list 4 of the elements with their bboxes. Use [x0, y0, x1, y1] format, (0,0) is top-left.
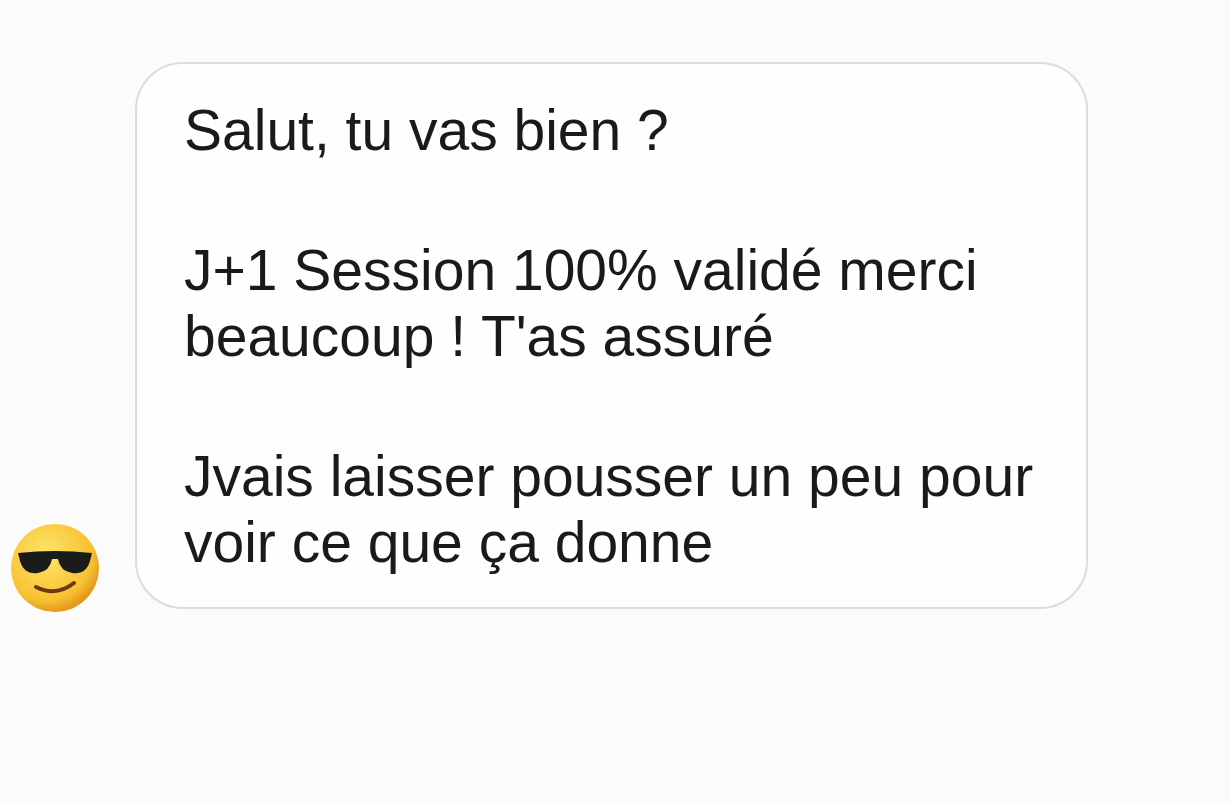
message-text: Jvais laisser pousser un peu pour voir ce que ça donne	[184, 443, 1035, 575]
sunglasses-face-icon	[10, 523, 100, 613]
message-text: Salut, tu vas bien ?	[184, 97, 670, 163]
message-text: J+1 Session 100% validé merci beaucoup ! T'as assuré	[184, 237, 979, 369]
